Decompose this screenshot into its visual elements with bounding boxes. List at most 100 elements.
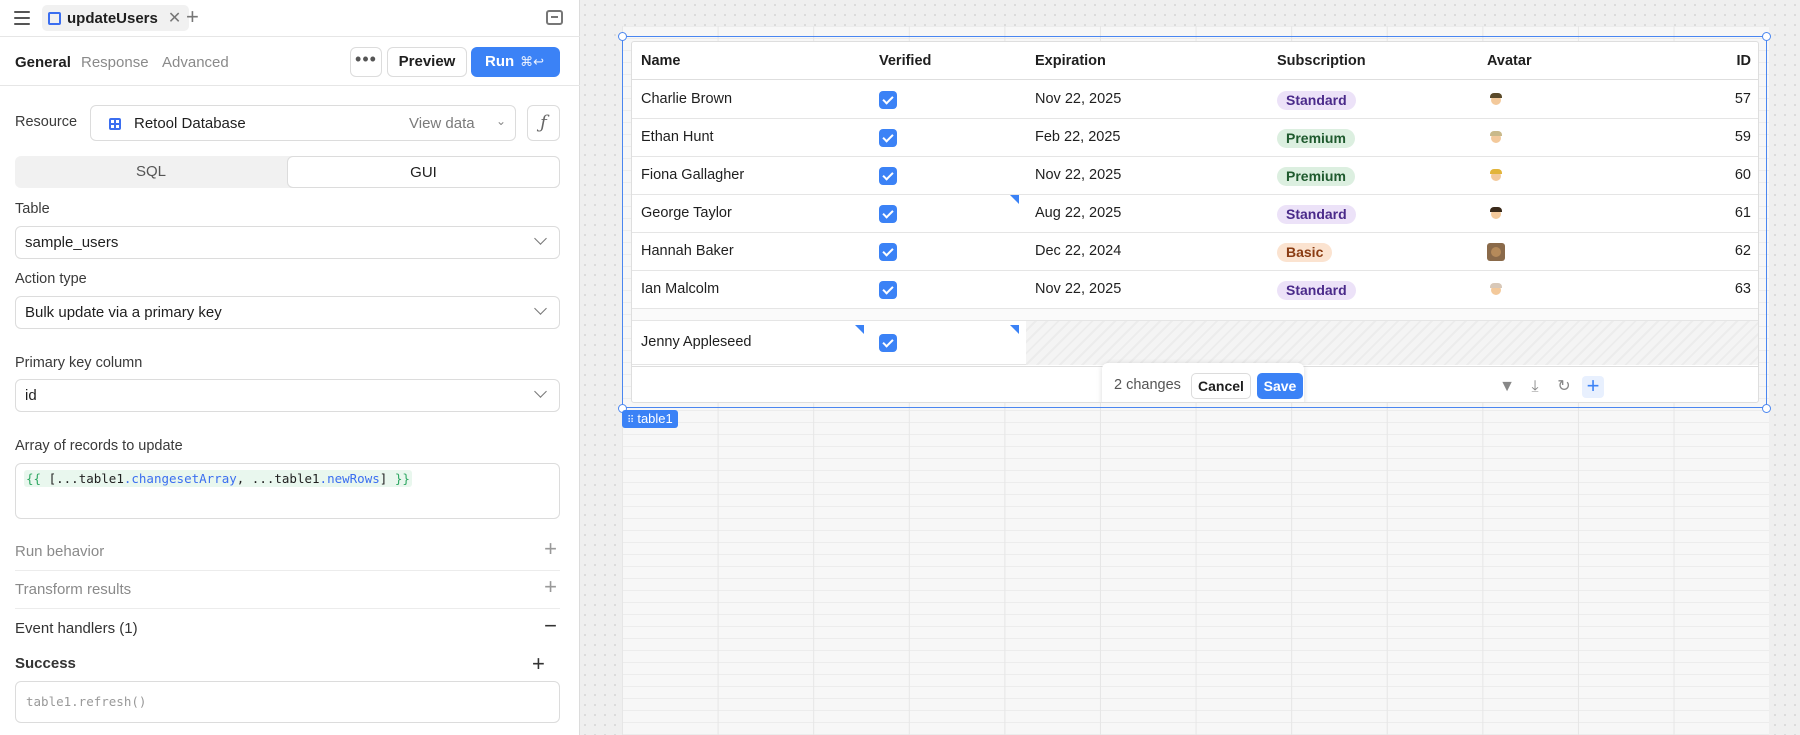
column-header-id[interactable]: ID [1737, 53, 1752, 69]
event-handlers-title: Event handlers (1) [15, 620, 138, 637]
table-row[interactable]: Ian Malcolm Nov 22, 2025 Standard 63 [632, 271, 1758, 309]
column-header-expiration[interactable]: Expiration [1035, 53, 1106, 69]
tab-advanced[interactable]: Advanced [162, 54, 229, 71]
avatar [1487, 167, 1505, 185]
table-icon [48, 11, 61, 25]
cell-name: Hannah Baker [641, 243, 734, 259]
menu-icon[interactable] [14, 11, 30, 25]
code-part: ] [379, 471, 395, 486]
cell-name: Charlie Brown [641, 91, 733, 107]
close-icon[interactable]: ✕ [168, 8, 181, 28]
component-name: table1 [637, 411, 673, 426]
table-row[interactable]: George Taylor Aug 22, 2025 Standard 61 [632, 195, 1758, 233]
avatar [1487, 281, 1505, 299]
query-tab-label: updateUsers [67, 9, 158, 27]
primary-key-label: Primary key column [15, 355, 143, 371]
action-type-value: Bulk update via a primary key [25, 304, 222, 321]
sql-gui-toggle: SQL GUI [15, 156, 560, 188]
table-row[interactable]: Hannah Baker Dec 22, 2024 Basic 62 [632, 233, 1758, 271]
verified-checkbox[interactable] [879, 129, 897, 147]
table-row-partial [632, 309, 1758, 321]
query-editor-panel: updateUsers ✕ + General Response Advance… [0, 0, 580, 735]
filter-icon[interactable]: ▼ [1496, 376, 1518, 398]
run-behavior-section[interactable]: Run behavior + [15, 533, 560, 571]
resize-handle[interactable] [1762, 404, 1771, 413]
table-field-label: Table [15, 201, 50, 217]
column-header-subscription[interactable]: Subscription [1277, 53, 1366, 69]
cell-id: 60 [1734, 167, 1751, 183]
table-select[interactable]: sample_users [15, 226, 560, 259]
resource-name: Retool Database [134, 115, 246, 132]
refresh-icon[interactable]: ↻ [1553, 376, 1575, 398]
cell-name: Ian Malcolm [641, 281, 720, 297]
save-changes-button[interactable]: Save [1257, 373, 1303, 399]
primary-key-select[interactable]: id [15, 379, 560, 412]
add-tab-icon[interactable]: + [186, 6, 199, 28]
subscription-badge: Standard [1277, 281, 1356, 300]
column-header-name[interactable]: Name [641, 53, 681, 69]
transform-results-section[interactable]: Transform results + [15, 571, 560, 609]
view-data-link[interactable]: View data [409, 115, 475, 132]
records-expression: {{ [...table1.changesetArray, ...table1.… [24, 470, 412, 487]
cell-name: George Taylor [641, 205, 732, 221]
success-handler-field[interactable]: table1.refresh() [15, 681, 560, 723]
cell-expiration: Nov 22, 2025 [1035, 281, 1122, 297]
resource-label: Resource [15, 114, 78, 130]
action-type-select[interactable]: Bulk update via a primary key [15, 296, 560, 329]
code-brace-open: {{ [26, 471, 42, 486]
minus-icon[interactable]: − [544, 614, 557, 638]
query-tab-update-users[interactable]: updateUsers ✕ [42, 5, 190, 31]
new-row-empty-cells [1026, 321, 1758, 365]
collapse-panel-icon[interactable] [546, 10, 563, 25]
resource-select[interactable]: Retool Database View data ⌄ [90, 105, 516, 141]
table-row[interactable]: Charlie Brown Nov 22, 2025 Standard 57 [632, 81, 1758, 119]
plus-icon[interactable]: + [544, 537, 557, 561]
subscription-badge: Standard [1277, 205, 1356, 224]
cell-expiration: Nov 22, 2025 [1035, 167, 1122, 183]
column-header-verified[interactable]: Verified [879, 53, 931, 69]
chevron-down-icon[interactable]: ⌄ [496, 114, 506, 128]
event-handlers-section[interactable]: Event handlers (1) − [15, 610, 560, 648]
function-icon[interactable]: ƒ [527, 105, 560, 141]
preview-button[interactable]: Preview [387, 47, 467, 77]
new-table-row[interactable]: Jenny Appleseed [632, 321, 1758, 365]
verified-checkbox[interactable] [879, 91, 897, 109]
code-prop: .changesetArray [123, 471, 237, 486]
table-row[interactable]: Ethan Hunt Feb 22, 2025 Premium 59 [632, 119, 1758, 157]
code-part: [...table1 [41, 471, 124, 486]
verified-checkbox[interactable] [879, 205, 897, 223]
more-options-button[interactable]: ••• [350, 47, 382, 77]
column-header-avatar[interactable]: Avatar [1487, 53, 1532, 69]
plus-icon[interactable]: + [544, 575, 557, 599]
records-code-editor[interactable]: {{ [...table1.changesetArray, ...table1.… [15, 463, 560, 519]
sql-mode-option[interactable]: SQL [15, 156, 287, 188]
cancel-changes-button[interactable]: Cancel [1191, 373, 1251, 399]
query-subtabs: General Response Advanced ••• Preview Ru… [0, 37, 580, 86]
cell-id: 62 [1734, 243, 1751, 259]
cell-id: 61 [1734, 205, 1751, 221]
resize-handle[interactable] [618, 32, 627, 41]
table-row[interactable]: Fiona Gallagher Nov 22, 2025 Premium 60 [632, 157, 1758, 195]
cell-expiration: Nov 22, 2025 [1035, 91, 1122, 107]
verified-checkbox[interactable] [879, 334, 897, 352]
records-label: Array of records to update [15, 438, 183, 454]
resize-handle[interactable] [1762, 32, 1771, 41]
verified-checkbox[interactable] [879, 167, 897, 185]
gui-mode-option[interactable]: GUI [287, 156, 560, 188]
verified-checkbox[interactable] [879, 281, 897, 299]
plus-icon[interactable]: + [532, 651, 545, 677]
download-icon[interactable]: ⤓ [1524, 376, 1546, 398]
add-row-icon[interactable]: + [1582, 375, 1604, 398]
table-footer: 2 changes Cancel Save ▼ ⤓ ↻ + [632, 363, 1758, 402]
verified-checkbox[interactable] [879, 243, 897, 261]
chevron-down-icon [534, 302, 547, 315]
tab-response[interactable]: Response [81, 54, 149, 71]
tab-general[interactable]: General [15, 54, 71, 71]
drag-handle-icon[interactable]: ⠿ [627, 415, 634, 426]
changes-count: 2 changes [1114, 377, 1181, 393]
code-part: , ...table1 [236, 471, 320, 486]
component-name-tag[interactable]: ⠿ table1 [622, 410, 678, 428]
run-button[interactable]: Run ⌘↩ [471, 47, 560, 77]
success-label: Success [15, 655, 76, 672]
cell-name[interactable]: Jenny Appleseed [641, 334, 751, 350]
